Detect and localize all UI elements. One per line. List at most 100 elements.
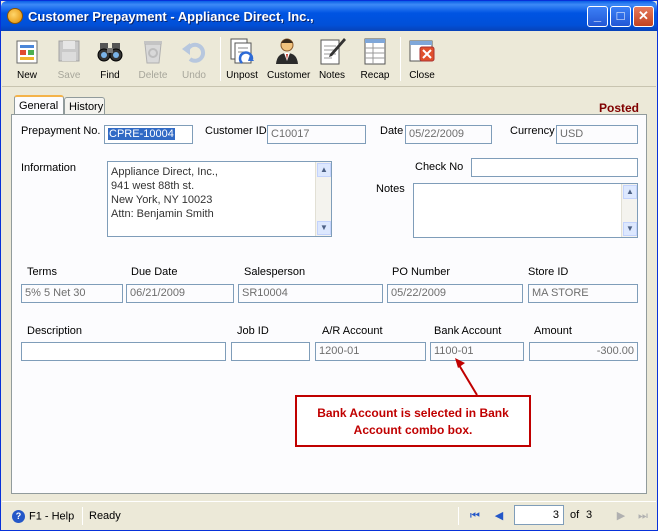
scroll-down-icon[interactable]: ▼ xyxy=(317,221,331,235)
store-id-field[interactable]: MA STORE xyxy=(528,284,638,303)
save-label: Save xyxy=(57,70,81,81)
prepayment-no-label: Prepayment No. xyxy=(21,125,101,137)
information-line-4: Attn: Benjamin Smith xyxy=(111,208,214,220)
toolbar: New Save Find Delete Undo Unpost Custome… xyxy=(2,31,656,87)
find-button[interactable]: Find xyxy=(90,35,130,85)
bank-account-label: Bank Account xyxy=(434,325,502,337)
salesperson-label: Salesperson xyxy=(244,266,306,278)
customer-id-label: Customer ID xyxy=(205,125,267,137)
check-no-label: Check No xyxy=(415,161,464,173)
date-field[interactable]: 05/22/2009 xyxy=(405,125,492,144)
unpost-button[interactable]: Unpost xyxy=(222,35,262,85)
help-item[interactable]: ? F1 - Help xyxy=(12,510,74,523)
customer-label: Customer xyxy=(267,70,311,81)
job-id-field[interactable] xyxy=(231,342,310,361)
job-id-label: Job ID xyxy=(237,325,269,337)
close-button[interactable]: Close xyxy=(402,35,442,85)
annotation-callout: Bank Account is selected in Bank Account… xyxy=(295,395,531,447)
callout-line-2: Account combo box. xyxy=(353,423,473,437)
currency-field[interactable]: USD xyxy=(556,125,638,144)
scroll-up-icon[interactable]: ▲ xyxy=(317,163,331,177)
maximize-button[interactable]: □ xyxy=(610,6,631,27)
binoculars-icon xyxy=(97,43,123,62)
app-icon xyxy=(7,8,23,24)
status-badge: Posted xyxy=(599,101,640,115)
information-memo[interactable]: Appliance Direct, Inc., 941 west 88th st… xyxy=(107,161,332,237)
terms-label: Terms xyxy=(27,266,57,278)
amount-label: Amount xyxy=(534,325,572,337)
delete-button[interactable]: Delete xyxy=(133,35,173,85)
unpost-icon xyxy=(230,38,254,64)
next-record-icon[interactable]: ▶ xyxy=(614,509,628,523)
amount-field[interactable]: -300.00 xyxy=(529,342,638,361)
scroll-down-icon[interactable]: ▼ xyxy=(623,222,637,236)
notes-label: Notes xyxy=(318,70,346,81)
po-number-field[interactable]: 05/22/2009 xyxy=(387,284,523,303)
help-label: F1 - Help xyxy=(29,510,75,523)
last-record-icon[interactable]: ⏭ xyxy=(636,509,650,523)
new-label: New xyxy=(16,70,37,81)
new-button[interactable]: New xyxy=(7,35,47,85)
close-window-icon xyxy=(409,40,435,62)
scroll-up-icon[interactable]: ▲ xyxy=(623,185,637,199)
toolbar-separator xyxy=(220,37,221,81)
currency-label: Currency xyxy=(510,125,555,137)
description-field[interactable] xyxy=(21,342,226,361)
close-window-button[interactable]: ✕ xyxy=(633,6,654,27)
salesperson-field[interactable]: SR10004 xyxy=(238,284,383,303)
notepad-pen-icon xyxy=(320,38,346,65)
title-bar[interactable]: Customer Prepayment - Appliance Direct, … xyxy=(1,1,657,31)
status-separator xyxy=(82,507,83,525)
check-no-field[interactable] xyxy=(471,158,638,177)
recap-grid-icon xyxy=(364,38,386,65)
status-text: Ready xyxy=(89,510,121,522)
of-label: of xyxy=(570,509,580,521)
customer-id-field[interactable]: C10017 xyxy=(267,125,366,144)
save-button[interactable]: Save xyxy=(49,35,89,85)
callout-line-1: Bank Account is selected in Bank xyxy=(317,406,509,420)
previous-record-icon[interactable]: ◀ xyxy=(492,509,506,523)
undo-label: Undo xyxy=(182,70,206,81)
unpost-label: Unpost xyxy=(226,70,258,81)
customer-person-icon xyxy=(276,38,298,64)
help-icon: ? xyxy=(12,510,25,523)
information-line-3: New York, NY 10023 xyxy=(111,194,213,206)
information-label: Information xyxy=(21,162,77,174)
prepayment-no-value: CPRE-10004 xyxy=(108,128,175,140)
po-number-label: PO Number xyxy=(392,266,451,278)
customer-button[interactable]: Customer xyxy=(267,35,311,85)
callout-arrow-icon xyxy=(455,358,478,396)
information-text: Appliance Direct, Inc., 941 west 88th st… xyxy=(111,165,218,221)
terms-field[interactable]: 5% 5 Net 30 xyxy=(21,284,123,303)
due-date-label: Due Date xyxy=(131,266,178,278)
toolbar-separator xyxy=(400,37,401,81)
ar-account-label: A/R Account xyxy=(322,325,383,337)
recap-label: Recap xyxy=(360,70,390,81)
first-record-icon[interactable]: ⏮ xyxy=(468,509,482,523)
status-separator xyxy=(458,507,459,525)
due-date-field[interactable]: 06/21/2009 xyxy=(126,284,234,303)
notes-field-label: Notes xyxy=(376,183,405,195)
prepayment-no-field[interactable]: CPRE-10004 xyxy=(104,125,193,144)
information-line-1: Appliance Direct, Inc., xyxy=(111,166,218,178)
description-label: Description xyxy=(27,325,83,337)
new-document-icon xyxy=(16,40,38,64)
ar-account-field[interactable]: 1200-01 xyxy=(315,342,426,361)
customer-prepayment-window: Customer Prepayment - Appliance Direct, … xyxy=(0,0,658,531)
notes-memo[interactable]: ▲ ▼ xyxy=(413,183,638,238)
recap-button[interactable]: Recap xyxy=(355,35,395,85)
information-line-2: 941 west 88th st. xyxy=(111,180,195,192)
record-number-input[interactable]: 3 xyxy=(514,505,564,525)
information-scrollbar[interactable]: ▲ ▼ xyxy=(315,162,331,236)
undo-arrow-icon xyxy=(182,42,206,63)
undo-button[interactable]: Undo xyxy=(174,35,214,85)
floppy-disk-icon xyxy=(58,40,80,62)
recycle-bin-icon xyxy=(144,41,162,64)
total-records: 3 xyxy=(586,509,593,521)
notes-button[interactable]: Notes xyxy=(312,35,352,85)
find-label: Find xyxy=(100,70,120,81)
notes-scrollbar[interactable]: ▲ ▼ xyxy=(621,184,637,237)
close-label: Close xyxy=(409,70,435,81)
minimize-button[interactable]: _ xyxy=(587,6,608,27)
tab-general[interactable]: General xyxy=(14,95,64,116)
